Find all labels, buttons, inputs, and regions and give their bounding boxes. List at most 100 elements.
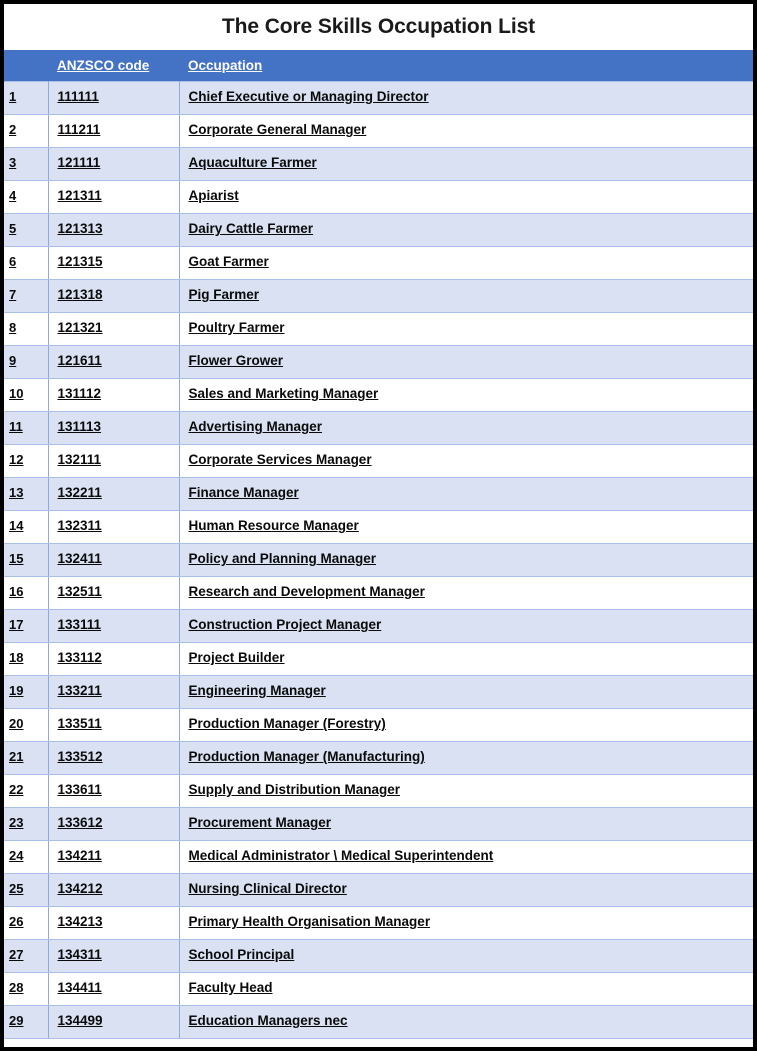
anzsco-code-cell[interactable]: 121111 [48,146,180,181]
occupation-cell[interactable]: Sales and Marketing Manager [179,377,753,412]
occupation-cell[interactable]: Primary Health Organisation Manager [179,905,753,940]
row-index-cell: 20 [4,707,49,742]
table-row[interactable]: 5 121313 Dairy Cattle Farmer [4,212,753,247]
table-row[interactable]: 13 132211 Finance Manager [4,476,753,511]
table-row[interactable]: 22 133611 Supply and Distribution Manager [4,773,753,808]
anzsco-code-cell[interactable]: 131112 [48,377,180,412]
table-row[interactable]: 19 133211 Engineering Manager [4,674,753,709]
table-row[interactable]: 26 134213 Primary Health Organisation Mana… [4,905,753,940]
occupation-cell[interactable]: Aquaculture Farmer [179,146,753,181]
table-row[interactable]: 6 121315 Goat Farmer [4,245,753,280]
anzsco-code-cell[interactable]: 132111 [48,443,180,478]
table-row[interactable]: 7 121318 Pig Farmer [4,278,753,313]
occupation-cell[interactable]: Flower Grower [179,344,753,379]
anzsco-code-cell[interactable]: 133511 [48,707,180,742]
column-header-occupation[interactable]: Occupation [179,50,753,81]
table-row[interactable]: 2 111211 Corporate General Manager [4,113,753,148]
table-body: 1 111111 Chief Executive or Managing Direc… [4,80,753,1039]
table-row[interactable]: 10 131112 Sales and Marketing Manager [4,377,753,412]
table-row[interactable]: 24 134211 Medical Administrator \ Medical … [4,839,753,874]
table-row[interactable]: 14 132311 Human Resource Manager [4,509,753,544]
anzsco-code-cell[interactable]: 121315 [48,245,180,280]
column-header-anzsco-code[interactable]: ANZSCO code [48,50,179,81]
table-row[interactable]: 16 132511 Research and Development Manager [4,575,753,610]
table-row[interactable]: 17 133111 Construction Project Manager [4,608,753,643]
occupation-cell[interactable]: Research and Development Manager [179,575,753,610]
anzsco-code-cell[interactable]: 134212 [48,872,180,907]
table-row[interactable]: 12 132111 Corporate Services Manager [4,443,753,478]
anzsco-code-cell[interactable]: 133512 [48,740,180,775]
column-header-index[interactable] [4,50,48,81]
occupation-cell[interactable]: Production Manager (Forestry) [179,707,753,742]
occupation-cell[interactable]: Supply and Distribution Manager [179,773,753,808]
occupation-cell[interactable]: Medical Administrator \ Medical Superint… [179,839,753,874]
occupation-cell[interactable]: Dairy Cattle Farmer [179,212,753,247]
occupation-cell[interactable]: Corporate General Manager [179,113,753,148]
anzsco-code-cell[interactable]: 121611 [48,344,180,379]
occupation-cell[interactable]: Construction Project Manager [179,608,753,643]
row-index-cell: 25 [4,872,49,907]
table-row[interactable]: 25 134212 Nursing Clinical Director [4,872,753,907]
row-index-cell: 8 [4,311,49,346]
anzsco-code-cell[interactable]: 121311 [48,179,180,214]
anzsco-code-cell[interactable]: 111111 [48,80,180,115]
anzsco-code-cell[interactable]: 121321 [48,311,180,346]
table-row[interactable]: 9 121611 Flower Grower [4,344,753,379]
occupation-cell[interactable]: Faculty Head [179,971,753,1006]
occupation-cell[interactable]: Pig Farmer [179,278,753,313]
table-row[interactable]: 1 111111 Chief Executive or Managing Direc… [4,80,753,115]
row-index-cell: 1 [4,80,49,115]
occupation-cell[interactable]: Advertising Manager [179,410,753,445]
anzsco-code-cell[interactable]: 133111 [48,608,180,643]
anzsco-code-cell[interactable]: 134499 [48,1004,180,1039]
occupation-cell[interactable]: Human Resource Manager [179,509,753,544]
occupation-cell[interactable]: Nursing Clinical Director [179,872,753,907]
table-row[interactable]: 11 131113 Advertising Manager [4,410,753,445]
table-row[interactable]: 28 134411 Faculty Head [4,971,753,1006]
row-index-cell: 18 [4,641,49,676]
title-bar: The Core Skills Occupation List [4,4,753,50]
table-row[interactable]: 23 133612 Procurement Manager [4,806,753,841]
table-row[interactable]: 20 133511 Production Manager (Forestry) [4,707,753,742]
occupation-cell[interactable]: Production Manager (Manufacturing) [179,740,753,775]
occupation-cell[interactable]: Poultry Farmer [179,311,753,346]
occupation-cell[interactable]: Apiarist [179,179,753,214]
anzsco-code-cell[interactable]: 133211 [48,674,180,709]
occupation-cell[interactable]: Corporate Services Manager [179,443,753,478]
anzsco-code-cell[interactable]: 132211 [48,476,180,511]
occupation-cell[interactable]: Engineering Manager [179,674,753,709]
row-index-cell: 6 [4,245,49,280]
anzsco-code-cell[interactable]: 134213 [48,905,180,940]
anzsco-code-cell[interactable]: 132411 [48,542,180,577]
occupation-cell[interactable]: Procurement Manager [179,806,753,841]
table-row[interactable]: 29 134499 Education Managers nec [4,1004,753,1039]
anzsco-code-cell[interactable]: 134411 [48,971,180,1006]
anzsco-code-cell[interactable]: 131113 [48,410,180,445]
occupation-cell[interactable]: Goat Farmer [179,245,753,280]
anzsco-code-cell[interactable]: 133612 [48,806,180,841]
anzsco-code-cell[interactable]: 132311 [48,509,180,544]
occupation-cell[interactable]: School Principal [179,938,753,973]
occupation-cell[interactable]: Finance Manager [179,476,753,511]
table-row[interactable]: 15 132411 Policy and Planning Manager [4,542,753,577]
anzsco-code-cell[interactable]: 121313 [48,212,180,247]
anzsco-code-cell[interactable]: 134311 [48,938,180,973]
table-row[interactable]: 21 133512 Production Manager (Manufacturin… [4,740,753,775]
anzsco-code-cell[interactable]: 132511 [48,575,180,610]
anzsco-code-cell[interactable]: 111211 [48,113,180,148]
occupation-cell[interactable]: Chief Executive or Managing Director [179,80,753,115]
table-row[interactable]: 8 121321 Poultry Farmer [4,311,753,346]
occupation-cell[interactable]: Policy and Planning Manager [179,542,753,577]
occupation-cell[interactable]: Project Builder [179,641,753,676]
occupation-cell[interactable]: Education Managers nec [179,1004,753,1039]
row-index-cell: 22 [4,773,49,808]
anzsco-code-cell[interactable]: 133112 [48,641,180,676]
anzsco-code-cell[interactable]: 121318 [48,278,180,313]
table-row[interactable]: 18 133112 Project Builder [4,641,753,676]
anzsco-code-cell[interactable]: 133611 [48,773,180,808]
table-row[interactable]: 4 121311 Apiarist [4,179,753,214]
table-row[interactable]: 27 134311 School Principal [4,938,753,973]
table-row[interactable]: 3 121111 Aquaculture Farmer [4,146,753,181]
anzsco-code-cell[interactable]: 134211 [48,839,180,874]
row-index-cell: 9 [4,344,49,379]
